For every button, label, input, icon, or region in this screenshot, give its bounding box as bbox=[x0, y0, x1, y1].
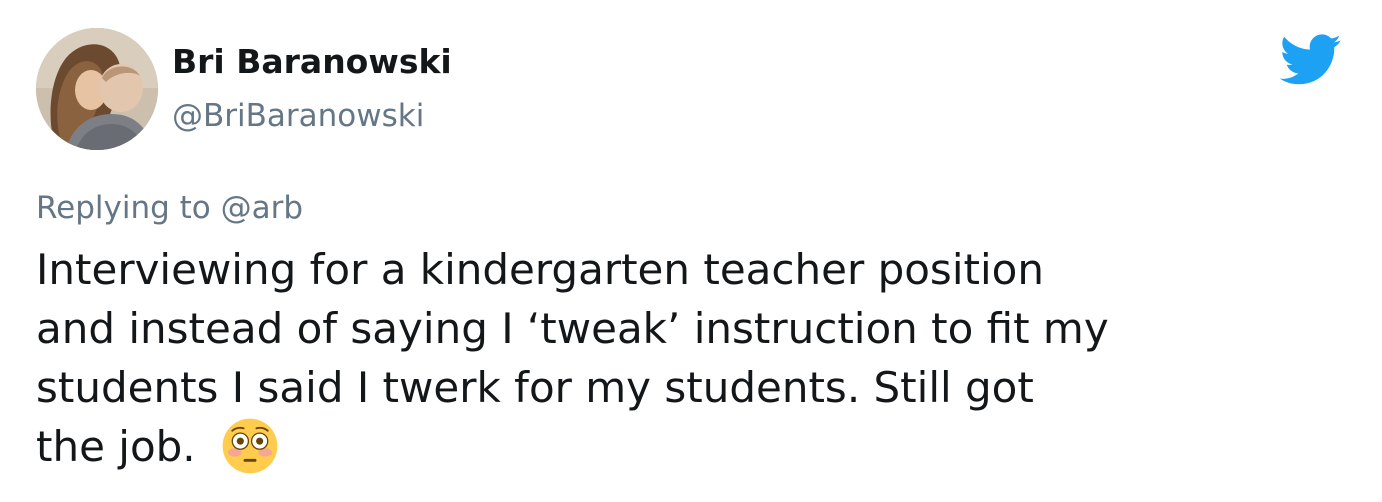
twitter-bird-icon[interactable] bbox=[1279, 34, 1342, 86]
tweet-text-line-last: the job. bbox=[36, 417, 1356, 476]
avatar-photo bbox=[36, 28, 158, 150]
display-name[interactable]: Bri Baranowski bbox=[172, 40, 452, 84]
tweet-card: Bri Baranowski @BriBaranowski Replying t… bbox=[0, 0, 1382, 502]
user-handle[interactable]: @BriBaranowski bbox=[172, 94, 424, 138]
tweet-body: Interviewing for a kindergarten teacher … bbox=[36, 240, 1356, 476]
twitter-bird-icon-graphic bbox=[1279, 34, 1341, 85]
tweet-text-segment: the job. bbox=[36, 422, 196, 471]
replying-to[interactable]: Replying to @arb bbox=[36, 186, 303, 230]
avatar[interactable] bbox=[36, 28, 158, 150]
tweet-text-line: Interviewing for a kindergarten teacher … bbox=[36, 245, 1044, 294]
flushed-face-icon-graphic bbox=[222, 418, 278, 473]
flushed-face-icon bbox=[221, 417, 279, 475]
tweet-text-line: students I said I twerk for my students.… bbox=[36, 363, 1034, 412]
tweet-text-line: and instead of saying I ‘tweak’ instruct… bbox=[36, 304, 1109, 353]
